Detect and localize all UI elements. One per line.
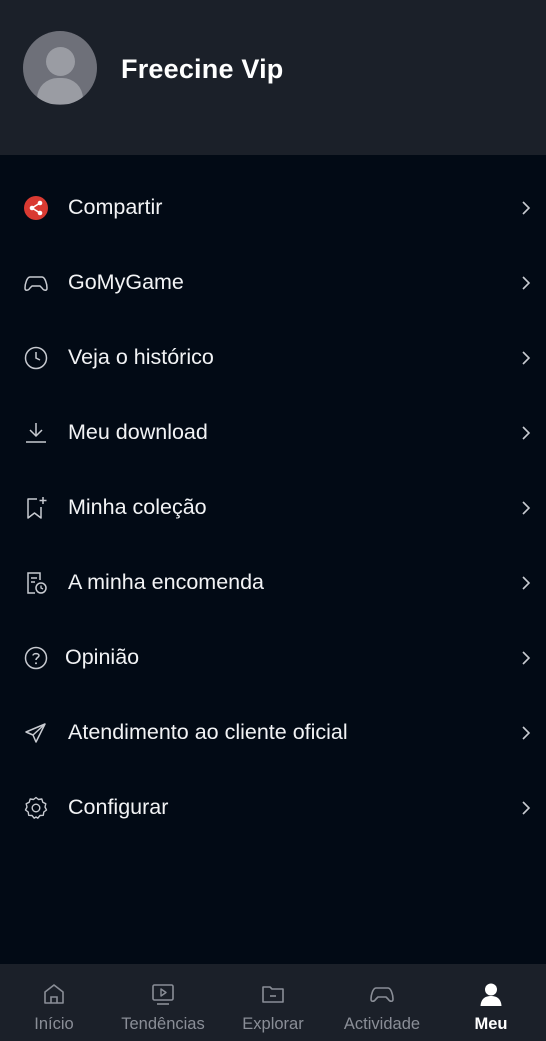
share-icon bbox=[23, 195, 49, 221]
folder-icon bbox=[262, 986, 284, 1003]
profile-header: Freecine Vip bbox=[0, 0, 546, 155]
chevron-right-icon bbox=[522, 201, 531, 215]
tab-label: Actividade bbox=[343, 1015, 421, 1033]
gamepad-icon bbox=[23, 270, 49, 296]
chevron-right-icon bbox=[522, 426, 531, 440]
clock-icon bbox=[23, 345, 49, 371]
menu-item-collection[interactable]: Minha coleção bbox=[0, 470, 546, 545]
menu-list: Compartir GoMyGame Veja o histórico Meu … bbox=[0, 170, 546, 845]
bookmark-add-icon bbox=[23, 495, 49, 521]
tab-label: Meu bbox=[474, 1015, 508, 1033]
menu-item-label: Configurar bbox=[68, 795, 169, 819]
menu-item-feedback[interactable]: Opinião bbox=[0, 620, 546, 695]
chevron-right-icon bbox=[522, 351, 531, 365]
menu-item-download[interactable]: Meu download bbox=[0, 395, 546, 470]
help-circle-icon bbox=[23, 645, 49, 671]
menu-item-gomygame[interactable]: GoMyGame bbox=[0, 245, 546, 320]
bottom-tab-bar: Início Tendências Explorar Actividade Me… bbox=[0, 964, 546, 1041]
gear-icon bbox=[23, 795, 49, 821]
tab-label: Explorar bbox=[242, 1015, 304, 1033]
download-icon bbox=[23, 420, 49, 446]
username[interactable]: Freecine Vip bbox=[121, 54, 283, 85]
tab-label: Tendências bbox=[121, 1015, 205, 1033]
menu-item-label: Compartir bbox=[68, 195, 163, 219]
tab-explorar[interactable]: Explorar bbox=[223, 964, 323, 1041]
avatar-head bbox=[46, 47, 75, 76]
tab-meu[interactable]: Meu bbox=[441, 964, 541, 1041]
menu-item-compartir[interactable]: Compartir bbox=[0, 170, 546, 245]
menu-item-label: Veja o histórico bbox=[68, 345, 214, 369]
chevron-right-icon bbox=[522, 276, 531, 290]
chevron-right-icon bbox=[522, 501, 531, 515]
menu-item-label: GoMyGame bbox=[68, 270, 184, 294]
paper-plane-icon bbox=[23, 720, 49, 746]
menu-item-support[interactable]: Atendimento ao cliente oficial bbox=[0, 695, 546, 770]
chevron-right-icon bbox=[522, 726, 531, 740]
tab-label: Início bbox=[34, 1015, 74, 1033]
gamepad-icon bbox=[370, 987, 394, 1003]
tab-actividade[interactable]: Actividade bbox=[332, 964, 432, 1041]
chevron-right-icon bbox=[522, 576, 531, 590]
menu-item-history[interactable]: Veja o histórico bbox=[0, 320, 546, 395]
menu-item-label: Minha coleção bbox=[68, 495, 207, 519]
person-icon bbox=[480, 983, 502, 1006]
tab-inicio[interactable]: Início bbox=[4, 964, 104, 1041]
menu-item-settings[interactable]: Configurar bbox=[0, 770, 546, 845]
tab-tendencias[interactable]: Tendências bbox=[113, 964, 213, 1041]
menu-item-label: Atendimento ao cliente oficial bbox=[68, 720, 348, 744]
play-screen-icon bbox=[152, 984, 174, 1005]
menu-item-order[interactable]: A minha encomenda bbox=[0, 545, 546, 620]
chevron-right-icon bbox=[522, 651, 531, 665]
menu-item-label: Meu download bbox=[68, 420, 208, 444]
menu-item-label: Opinião bbox=[65, 645, 140, 669]
avatar-body bbox=[37, 78, 83, 104]
home-icon bbox=[44, 984, 64, 1004]
menu-item-label: A minha encomenda bbox=[68, 570, 265, 594]
order-icon bbox=[23, 570, 49, 596]
avatar[interactable] bbox=[23, 31, 97, 105]
chevron-right-icon bbox=[522, 801, 531, 815]
